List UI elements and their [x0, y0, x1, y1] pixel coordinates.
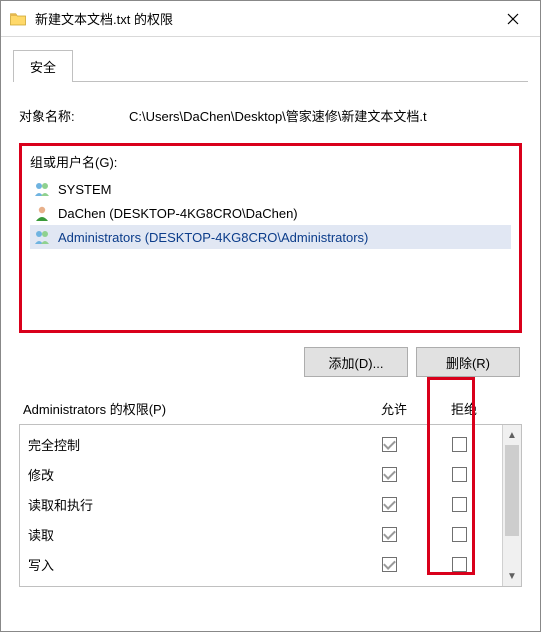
column-deny: 拒绝	[429, 399, 499, 418]
perm-row: 写入	[20, 549, 502, 579]
perm-name: 完全控制	[28, 435, 354, 454]
list-item-label: Administrators (DESKTOP-4KG8CRO\Administ…	[58, 230, 368, 245]
permissions-area: Administrators 的权限(P) 允许 拒绝 完全控制 修改	[19, 377, 522, 587]
checkbox-allow[interactable]	[382, 467, 397, 482]
scroll-thumb[interactable]	[505, 445, 519, 536]
scroll-down-icon[interactable]: ▼	[503, 566, 521, 586]
deny-cell	[424, 436, 494, 452]
object-name-label: 对象名称:	[19, 106, 129, 125]
perm-row: 读取和执行	[20, 489, 502, 519]
group-user-box: 组或用户名(G): SYSTEM	[19, 143, 522, 333]
checkbox-allow[interactable]	[382, 497, 397, 512]
list-item[interactable]: SYSTEM	[30, 177, 511, 201]
list-item[interactable]: DaChen (DESKTOP-4KG8CRO\DaChen)	[30, 201, 511, 225]
group-buttons: 添加(D)... 删除(R)	[19, 347, 520, 377]
perm-name: 读取	[28, 525, 354, 544]
perm-row: 完全控制	[20, 429, 502, 459]
allow-cell	[354, 466, 424, 482]
list-item-label: SYSTEM	[58, 182, 111, 197]
remove-button[interactable]: 删除(R)	[416, 347, 520, 377]
checkbox-deny[interactable]	[452, 437, 467, 452]
list-item[interactable]: Administrators (DESKTOP-4KG8CRO\Administ…	[30, 225, 511, 249]
permissions-rows: 完全控制 修改 读取和执行 读取	[20, 425, 502, 586]
checkbox-allow[interactable]	[382, 437, 397, 452]
perm-name: 读取和执行	[28, 495, 354, 514]
group-icon	[32, 180, 52, 198]
tab-security[interactable]: 安全	[13, 50, 73, 82]
checkbox-allow[interactable]	[382, 527, 397, 542]
deny-cell	[424, 466, 494, 482]
scroll-up-icon[interactable]: ▲	[503, 425, 521, 445]
perm-name: 写入	[28, 555, 354, 574]
checkbox-deny[interactable]	[452, 497, 467, 512]
list-item-label: DaChen (DESKTOP-4KG8CRO\DaChen)	[58, 206, 298, 221]
folder-icon	[9, 10, 27, 28]
object-name-value: C:\Users\DaChen\Desktop\管家速修\新建文本文档.t	[129, 106, 522, 125]
checkbox-allow[interactable]	[382, 557, 397, 572]
permissions-dialog: 新建文本文档.txt 的权限 安全 对象名称: C:\Users\DaChen\…	[0, 0, 541, 632]
perm-row: 读取	[20, 519, 502, 549]
deny-cell	[424, 556, 494, 572]
allow-cell	[354, 436, 424, 452]
scroll-track[interactable]	[503, 445, 521, 566]
titlebar: 新建文本文档.txt 的权限	[1, 1, 540, 37]
add-button[interactable]: 添加(D)...	[304, 347, 408, 377]
scrollbar[interactable]: ▲ ▼	[502, 425, 521, 586]
close-button[interactable]	[490, 1, 536, 37]
deny-cell	[424, 526, 494, 542]
perm-row: 修改	[20, 459, 502, 489]
column-allow: 允许	[359, 399, 429, 418]
object-name-row: 对象名称: C:\Users\DaChen\Desktop\管家速修\新建文本文…	[19, 106, 522, 125]
tab-content: 对象名称: C:\Users\DaChen\Desktop\管家速修\新建文本文…	[1, 82, 540, 631]
checkbox-deny[interactable]	[452, 527, 467, 542]
permissions-header: Administrators 的权限(P) 允许 拒绝	[23, 399, 518, 418]
checkbox-deny[interactable]	[452, 557, 467, 572]
checkbox-deny[interactable]	[452, 467, 467, 482]
allow-cell	[354, 556, 424, 572]
perm-name: 修改	[28, 465, 354, 484]
tab-strip: 安全	[13, 49, 528, 82]
window-title: 新建文本文档.txt 的权限	[35, 9, 490, 28]
permissions-label: Administrators 的权限(P)	[23, 399, 359, 418]
permissions-list: 完全控制 修改 读取和执行 读取	[19, 424, 522, 587]
deny-cell	[424, 496, 494, 512]
allow-cell	[354, 496, 424, 512]
group-user-label: 组或用户名(G):	[30, 152, 511, 171]
group-icon	[32, 228, 52, 246]
user-icon	[32, 204, 52, 222]
allow-cell	[354, 526, 424, 542]
group-user-list[interactable]: SYSTEM DaChen (DESKTOP-4KG8CRO\DaChen)	[30, 177, 511, 249]
